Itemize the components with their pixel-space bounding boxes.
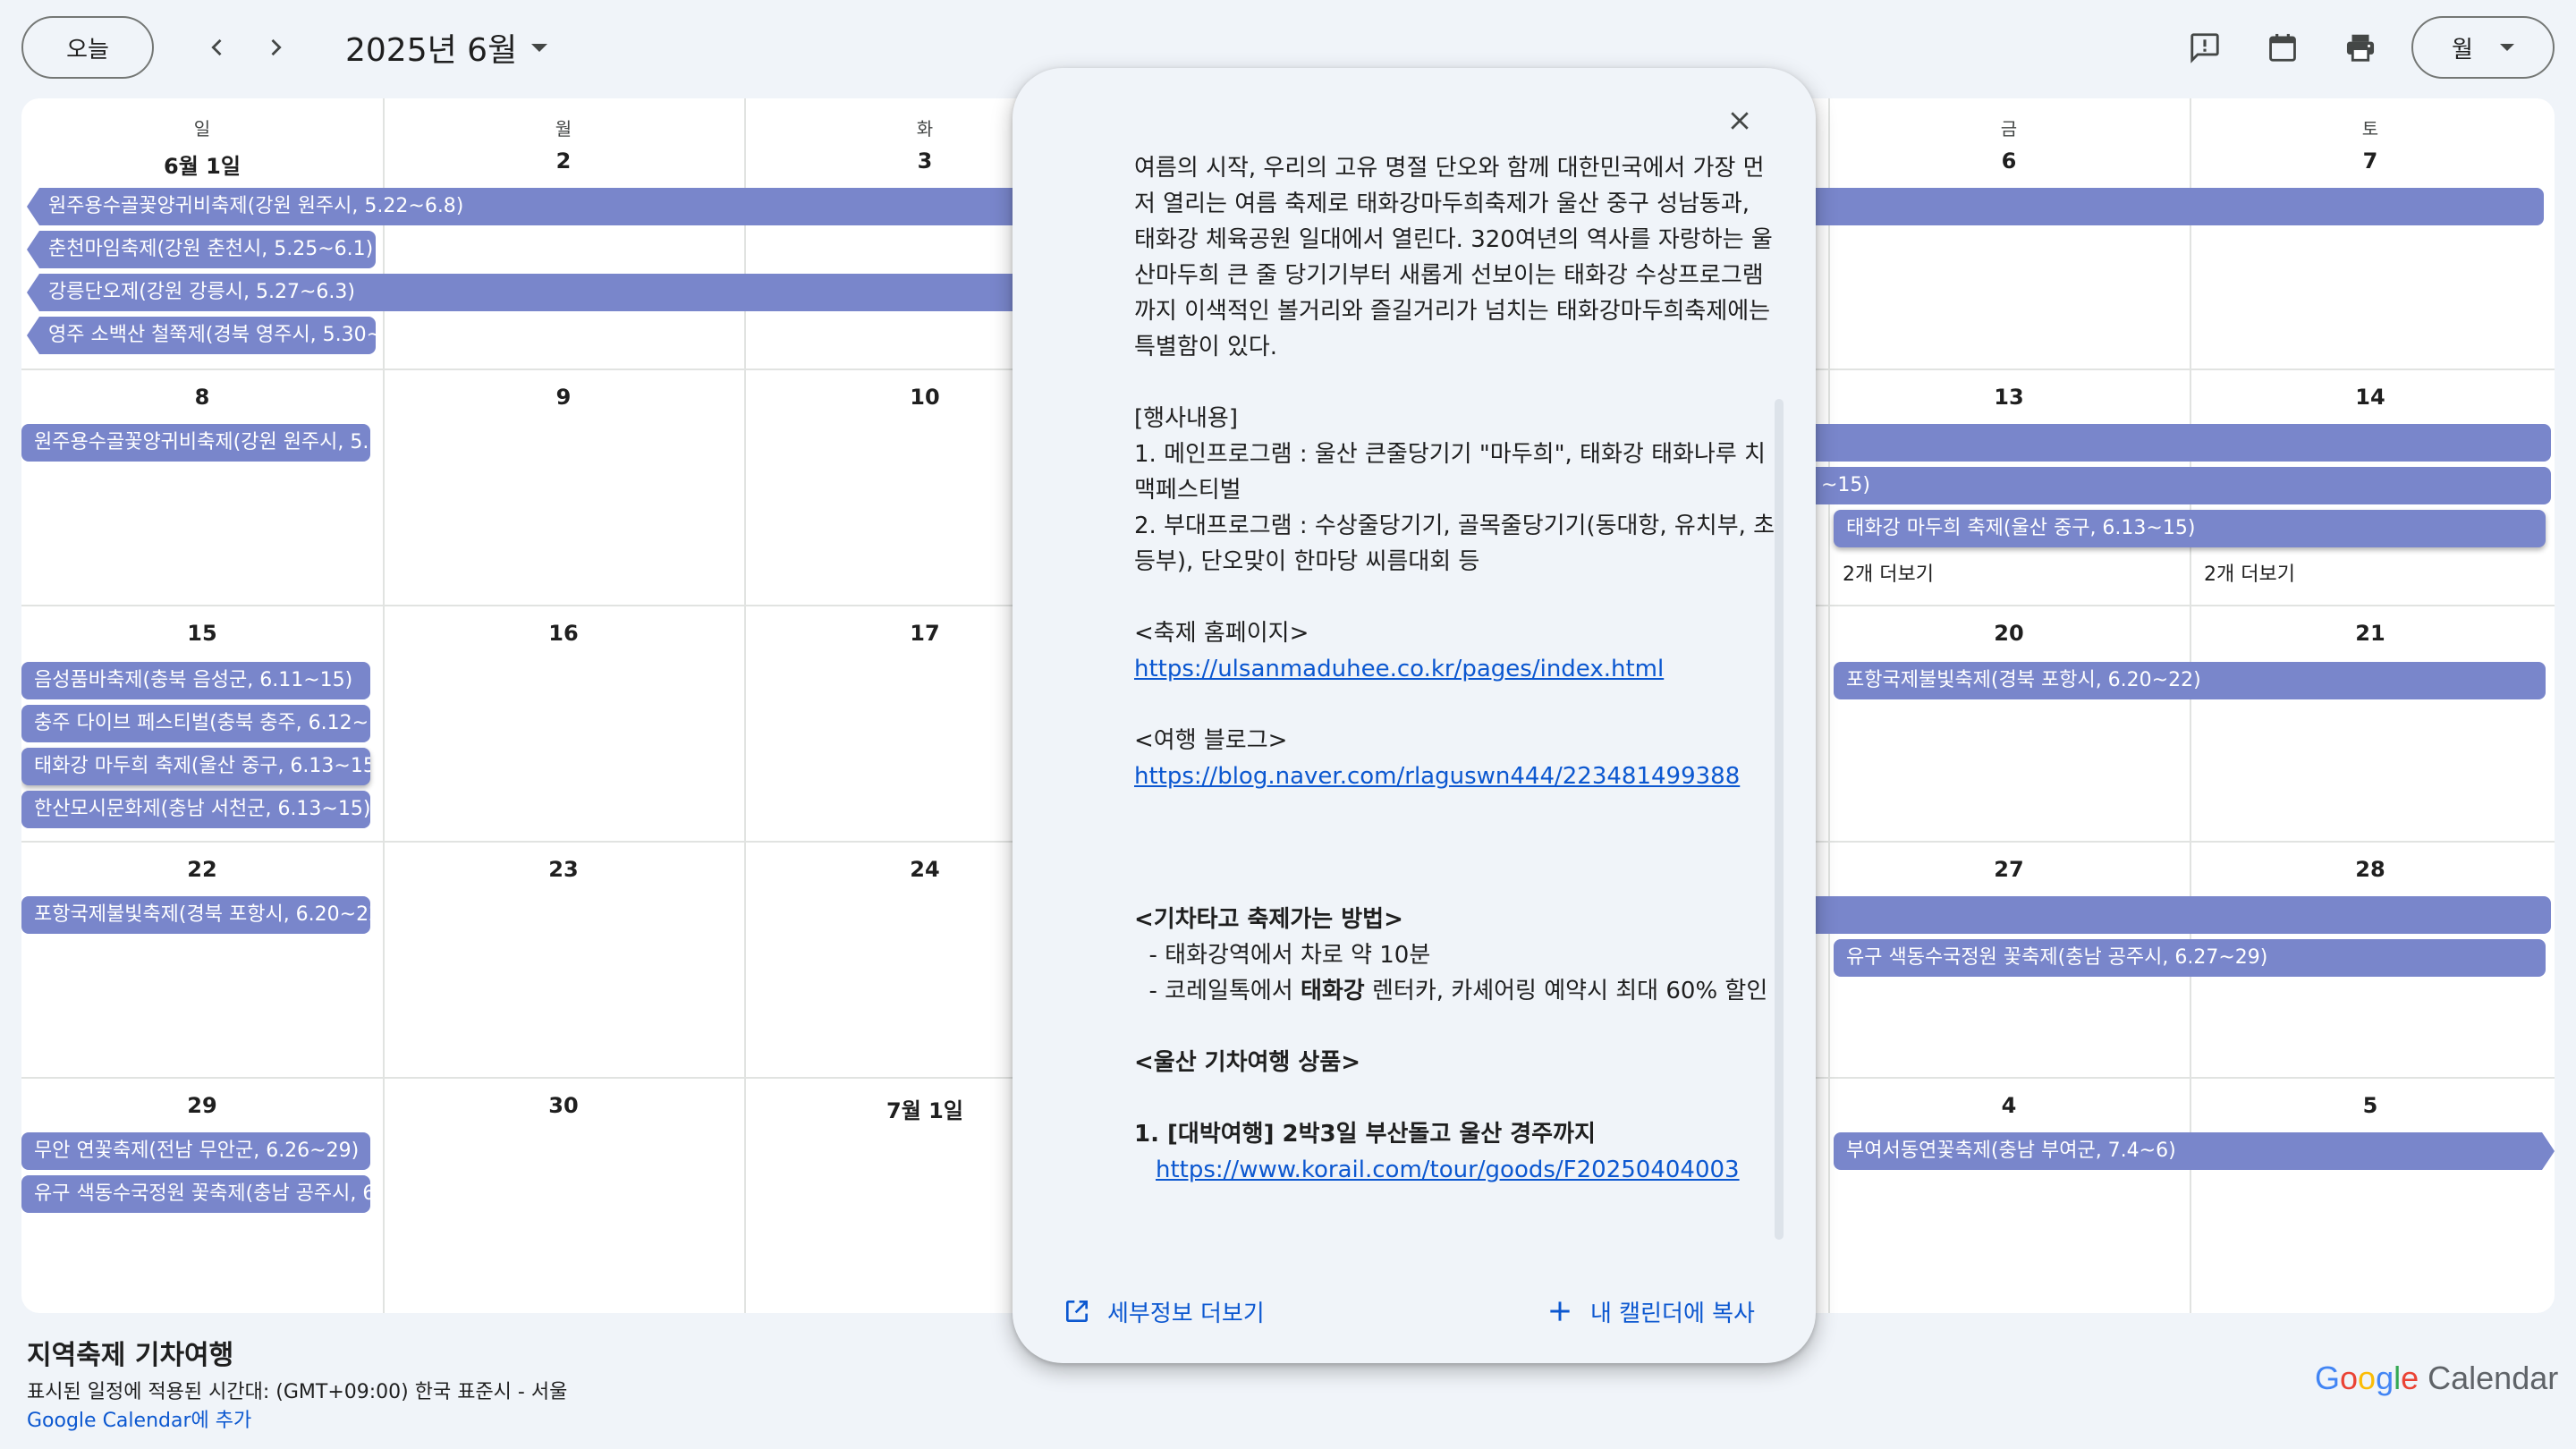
prev-month-button[interactable] — [195, 25, 240, 70]
day-number[interactable]: 21 — [2190, 621, 2551, 646]
day-number[interactable]: 4 — [1828, 1093, 2190, 1118]
event-chip[interactable]: 영주 소백산 철쭉제(경북 영주시, 5.30~6.1) — [27, 317, 376, 354]
description-line: 1. [대박여행] 2박3일 부산돌고 울산 경주까지 — [1134, 1121, 1596, 1148]
more-events-link[interactable]: 2개 더보기 — [2204, 558, 2295, 587]
day-number[interactable]: 20 — [1828, 621, 2190, 646]
view-selector-button[interactable]: 월 — [2411, 16, 2555, 79]
close-button[interactable] — [1717, 98, 1762, 143]
chevron-right-icon — [271, 38, 282, 56]
section-heading: <축제 홈페이지> — [1134, 620, 1309, 647]
event-chip[interactable]: 포항국제불빛축제(경북 포항시, 6.20~22) — [21, 896, 370, 934]
add-link-text: Google Calendar — [27, 1410, 191, 1432]
day-number[interactable]: 16 — [383, 621, 744, 646]
description-line: - 태화강역에서 차로 약 10분 — [1134, 942, 1431, 969]
month-selector[interactable]: 2025년 6월 — [345, 25, 548, 70]
day-number[interactable]: 6월 1일 — [21, 148, 383, 180]
event-chip[interactable]: 포항국제불빛축제(경북 포항시, 6.20~22) — [1834, 662, 2546, 699]
weekday-mon: 월 — [555, 118, 572, 140]
homepage-link[interactable]: https://ulsanmaduhee.co.kr/pages/index.h… — [1134, 656, 1664, 682]
more-events-link[interactable]: 2개 더보기 — [1843, 558, 1934, 587]
event-chip[interactable]: 충주 다이브 페스티벌(충북 충주, 6.12~15) — [21, 705, 370, 742]
day-number[interactable]: 5 — [2190, 1093, 2551, 1118]
calendar-icon — [2269, 33, 2296, 62]
print-button[interactable] — [2338, 25, 2383, 70]
day-number[interactable]: 14 — [2190, 385, 2551, 410]
description-line: 2. 부대프로그램 : 수상줄당기기, 골목줄당기기(동대항, 유치부, 초등부… — [1134, 513, 1775, 575]
day-number[interactable]: 29 — [21, 1093, 383, 1118]
caret-down-icon — [531, 43, 548, 52]
today-button[interactable]: 오늘 — [21, 16, 154, 79]
day-number[interactable]: 23 — [383, 857, 744, 882]
add-link-suffix: 에 추가 — [191, 1410, 252, 1432]
day-number[interactable]: 27 — [1828, 857, 2190, 882]
month-title: 2025년 6월 — [345, 32, 518, 69]
timezone-text: 표시된 일정에 적용된 시간대: (GMT+09:00) 한국 표준시 - 서울 — [27, 1381, 568, 1403]
event-chip[interactable]: 음성품바축제(충북 음성군, 6.11~15) — [21, 662, 370, 699]
day-number[interactable]: 15 — [21, 621, 383, 646]
close-icon — [1731, 112, 1749, 130]
print-icon — [2346, 34, 2375, 62]
product-link[interactable]: https://www.korail.com/tour/goods/F20250… — [1156, 1157, 1740, 1183]
event-chip[interactable]: 강릉단오제(강원 강릉시, 5.27~6.3) — [27, 274, 1100, 311]
weekday-sun: 일 — [193, 118, 211, 140]
feedback-button[interactable] — [2182, 25, 2227, 70]
copy-to-calendar-button[interactable]: 내 캘린더에 복사 — [1546, 1292, 1755, 1331]
event-chip[interactable]: 태화강 마두희 축제(울산 중구, 6.13~15) — [21, 748, 370, 785]
event-chip[interactable]: 유구 색동수국정원 꽃축제(충남 공주시, 6.27~29) — [1834, 939, 2546, 977]
plus-icon — [1550, 1301, 1570, 1321]
section-heading: <기차타고 축제가는 방법> — [1134, 906, 1403, 933]
event-chip[interactable]: 춘천마임축제(강원 춘천시, 5.25~6.1) — [27, 231, 376, 268]
google-calendar-logo[interactable]: Google Calendar — [2315, 1360, 2558, 1397]
day-number[interactable]: 2 — [383, 148, 744, 174]
section-heading: <여행 블로그> — [1134, 727, 1288, 754]
next-month-button[interactable] — [253, 25, 298, 70]
weekday-sat: 토 — [2361, 118, 2379, 140]
calendar-button[interactable] — [2260, 25, 2305, 70]
more-details-button[interactable]: 세부정보 더보기 — [1063, 1292, 1265, 1331]
day-number[interactable]: 8 — [21, 385, 383, 410]
day-number[interactable]: 28 — [2190, 857, 2551, 882]
description-line: - 코레일톡에서 태화강 렌터카, 카셰어링 예약시 최대 60% 할인 — [1134, 978, 1768, 1004]
blog-link[interactable]: https://blog.naver.com/rlaguswn444/22348… — [1134, 763, 1740, 790]
add-to-google-calendar-link[interactable]: Google Calendar에 추가 — [27, 1404, 251, 1433]
popup-scrollbar[interactable] — [1775, 399, 1784, 1240]
copy-to-calendar-label: 내 캘린더에 복사 — [1590, 1300, 1755, 1327]
section-heading: [행사내용] — [1134, 405, 1238, 432]
event-chip[interactable]: 유구 색동수국정원 꽃축제(충남 공주시, 6.27~29) — [21, 1175, 370, 1213]
view-label: 월 — [2452, 36, 2473, 64]
event-chip[interactable]: 한산모시문화제(충남 서천군, 6.13~15) — [21, 791, 370, 828]
open-in-new-icon — [1066, 1301, 1088, 1322]
day-number[interactable]: 30 — [383, 1093, 744, 1118]
day-number[interactable]: 13 — [1828, 385, 2190, 410]
day-number[interactable]: 6 — [1828, 148, 2190, 174]
day-number[interactable]: 7 — [2190, 148, 2551, 174]
event-chip[interactable]: 부여서동연꽃축제(충남 부여군, 7.4~6) — [1834, 1132, 2555, 1170]
section-heading: <울산 기차여행 상품> — [1134, 1049, 1361, 1076]
event-chip[interactable]: 태화강 마두희 축제(울산 중구, 6.13~15) — [1834, 510, 2546, 547]
chevron-left-icon — [211, 38, 222, 56]
calendar-name: 지역축제 기차여행 — [27, 1340, 234, 1371]
day-number[interactable]: 22 — [21, 857, 383, 882]
weekday-fri: 금 — [2000, 118, 2018, 140]
event-chip[interactable]: 무안 연꽃축제(전남 무안군, 6.26~29) — [21, 1132, 370, 1170]
feedback-icon — [2190, 33, 2219, 64]
description-line: 1. 메인프로그램 : 울산 큰줄당기기 "마두희", 태화강 태화나루 치맥페… — [1134, 441, 1766, 504]
day-number[interactable]: 9 — [383, 385, 744, 410]
intro-text: 여름의 시작, 우리의 고유 명절 단오와 함께 대한민국에서 가장 먼저 열리… — [1134, 155, 1778, 360]
event-description: 여름의 시작, 우리의 고유 명절 단오와 함께 대한민국에서 가장 먼저 열리… — [1134, 150, 1778, 1241]
caret-down-icon — [2499, 44, 2514, 51]
event-chip[interactable]: 원주용수골꽃양귀비축제(강원 원주시, 5.22~6.8) — [21, 424, 370, 462]
more-details-label: 세부정보 더보기 — [1107, 1300, 1265, 1327]
